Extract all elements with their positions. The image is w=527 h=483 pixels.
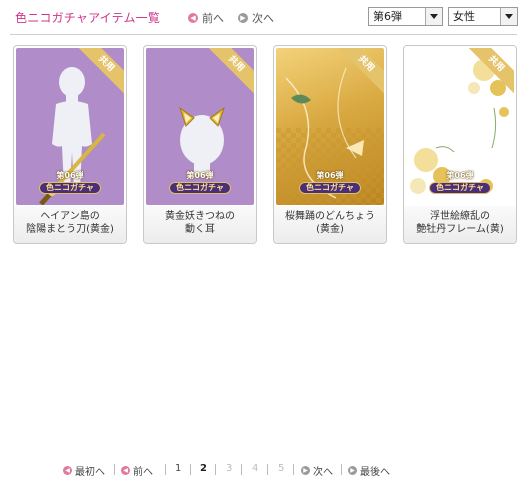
chevron-left-icon: ◀	[121, 466, 130, 475]
chevron-right-icon: ▶	[238, 13, 248, 23]
pager-page-2-current: 2	[200, 463, 207, 474]
gacha-badge: 第06弾 色ニコガチャ	[428, 170, 492, 194]
header-bar: 色ニコガチャアイテム一覧 ◀ 前へ ▶ 次へ 第6弾 女性	[0, 0, 527, 36]
pager-separator	[190, 464, 191, 475]
pager-separator	[267, 464, 268, 475]
pager-separator	[165, 464, 166, 475]
pager-page-3: 3	[226, 463, 233, 474]
pager-separator	[114, 464, 115, 475]
page-title: 色ニコガチャアイテム一覧	[15, 11, 161, 25]
chevron-right-icon: ▶	[301, 466, 310, 475]
item-card[interactable]: 共用 第06弾 色ニコガチャ ヘイアン島の 陰陽まとう刀(黄金)	[13, 45, 127, 244]
gender-select-value: 女性	[453, 10, 475, 23]
header-prev-link[interactable]: ◀ 前へ	[188, 10, 224, 26]
chevron-left-icon: ◀	[188, 13, 198, 23]
pager-separator	[241, 464, 242, 475]
pager-next-link[interactable]: ▶ 次へ	[301, 463, 333, 478]
item-name: 浮世絵繚乱の 艶牡丹フレーム(黄)	[404, 206, 516, 243]
gacha-badge: 第06弾 色ニコガチャ	[168, 170, 232, 194]
item-card[interactable]: 共用 第06弾 色ニコガチャ 黄金妖きつねの 動く耳	[143, 45, 257, 244]
pager-prev-link[interactable]: ◀ 前へ	[121, 463, 153, 478]
header-divider	[10, 34, 517, 35]
gender-select[interactable]: 女性	[448, 7, 518, 26]
item-thumbnail: 共用 第06弾 色ニコガチャ	[146, 48, 254, 205]
series-select-value: 第6弾	[373, 10, 402, 23]
pagination: ◀ 最初へ ◀ 前へ 1 2 3 4 5 ▶ 次へ ▶ 最後へ	[0, 463, 527, 478]
pager-page-1[interactable]: 1	[175, 463, 181, 474]
dropdown-arrow-icon	[425, 8, 442, 25]
pager-separator	[341, 464, 342, 475]
pager-first-link[interactable]: ◀ 最初へ	[63, 463, 105, 478]
item-thumbnail: 共用 第06弾 色ニコガチャ	[276, 48, 384, 205]
pager-separator	[215, 464, 216, 475]
header-next-label: 次へ	[252, 12, 274, 25]
header-next-link[interactable]: ▶ 次へ	[238, 10, 274, 26]
item-name: 黄金妖きつねの 動く耳	[144, 206, 256, 243]
double-chevron-left-icon: ◀	[63, 466, 72, 475]
pager-page-4: 4	[252, 463, 259, 474]
header-prev-label: 前へ	[202, 12, 224, 25]
item-name: 桜舞踊のどんちょう (黄金)	[274, 206, 386, 243]
item-card[interactable]: 共用 第06弾 色ニコガチャ 桜舞踊のどんちょう (黄金)	[273, 45, 387, 244]
item-thumbnail: 共用 第06弾 色ニコガチャ	[16, 48, 124, 205]
pager-page-5: 5	[278, 463, 285, 474]
pager-last-link[interactable]: ▶ 最後へ	[348, 463, 390, 478]
item-name: ヘイアン島の 陰陽まとう刀(黄金)	[14, 206, 126, 243]
item-thumbnail: 共用 第06弾 色ニコガチャ	[406, 48, 514, 205]
gacha-badge: 第06弾 色ニコガチャ	[38, 170, 102, 194]
pager-separator	[293, 464, 294, 475]
dropdown-arrow-icon	[500, 8, 517, 25]
series-select[interactable]: 第6弾	[368, 7, 443, 26]
double-chevron-right-icon: ▶	[348, 466, 357, 475]
item-card[interactable]: 共用 第06弾 色ニコガチャ 浮世絵繚乱の 艶牡丹フレーム(黄)	[403, 45, 517, 244]
gacha-badge: 第06弾 色ニコガチャ	[298, 170, 362, 194]
